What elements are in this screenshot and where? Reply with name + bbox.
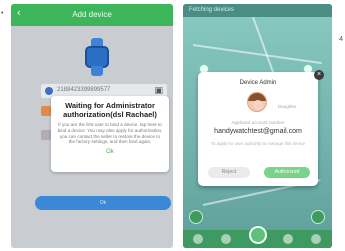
right-phone-screen: Fetching devices Device Admin Daughter A… bbox=[183, 4, 332, 248]
bottom-tab-bar bbox=[183, 226, 332, 248]
contact-avatar-icon bbox=[41, 130, 51, 140]
dialog-body: If you are the first user to bind a devi… bbox=[57, 122, 163, 145]
avatar-girl-icon bbox=[247, 92, 267, 112]
dialog-note: To apply for user authority to manage th… bbox=[210, 141, 306, 146]
tab-settings-icon[interactable] bbox=[311, 234, 321, 244]
screenshot-canvas: • 4 ‹ Add device 2188423399899577 ▣ Wait… bbox=[0, 0, 345, 251]
app-header: ‹ Add device bbox=[11, 4, 173, 26]
device-admin-dialog: Device Admin Daughter Applicant account … bbox=[198, 72, 318, 186]
contact-avatar-icon bbox=[41, 106, 51, 116]
locate-icon[interactable] bbox=[311, 210, 325, 224]
applicant-email: handywatchtest@gmail.com bbox=[214, 128, 302, 135]
edge-mark: • bbox=[1, 10, 4, 17]
tab-home-icon[interactable] bbox=[249, 226, 267, 244]
tab-location-icon[interactable] bbox=[283, 234, 293, 244]
authorize-button[interactable]: Authorized bbox=[264, 167, 310, 178]
applicant-subtitle: Applicant account number bbox=[231, 120, 285, 125]
left-phone-screen: ‹ Add device 2188423399899577 ▣ Waiting … bbox=[11, 4, 173, 248]
confirm-button[interactable]: Ok bbox=[35, 196, 171, 210]
dialog-title: Waiting for Administrator authorization(… bbox=[63, 101, 157, 119]
reject-button[interactable]: Reject bbox=[208, 167, 250, 178]
chat-icon[interactable] bbox=[189, 210, 203, 224]
dialog-title: Device Admin bbox=[239, 80, 277, 86]
smartwatch-icon bbox=[85, 38, 109, 76]
scan-icon[interactable]: ▣ bbox=[154, 85, 163, 96]
dialog-ok-button[interactable]: Ok bbox=[57, 149, 163, 155]
tab-phone-icon[interactable] bbox=[221, 234, 231, 244]
confirm-button-label: Ok bbox=[99, 200, 107, 206]
authorization-dialog: Waiting for Administrator authorization(… bbox=[51, 96, 169, 172]
edge-mark-right: 4 bbox=[339, 36, 343, 43]
device-id-value: 2188423399899577 bbox=[57, 87, 111, 93]
status-strip: Fetching devices bbox=[183, 4, 332, 17]
page-title: Add device bbox=[72, 10, 112, 19]
status-text: Fetching devices bbox=[189, 7, 235, 13]
relation-label: Daughter bbox=[278, 104, 297, 109]
close-icon[interactable]: × bbox=[314, 70, 324, 80]
tab-chat-icon[interactable] bbox=[193, 234, 203, 244]
device-icon bbox=[45, 87, 53, 95]
